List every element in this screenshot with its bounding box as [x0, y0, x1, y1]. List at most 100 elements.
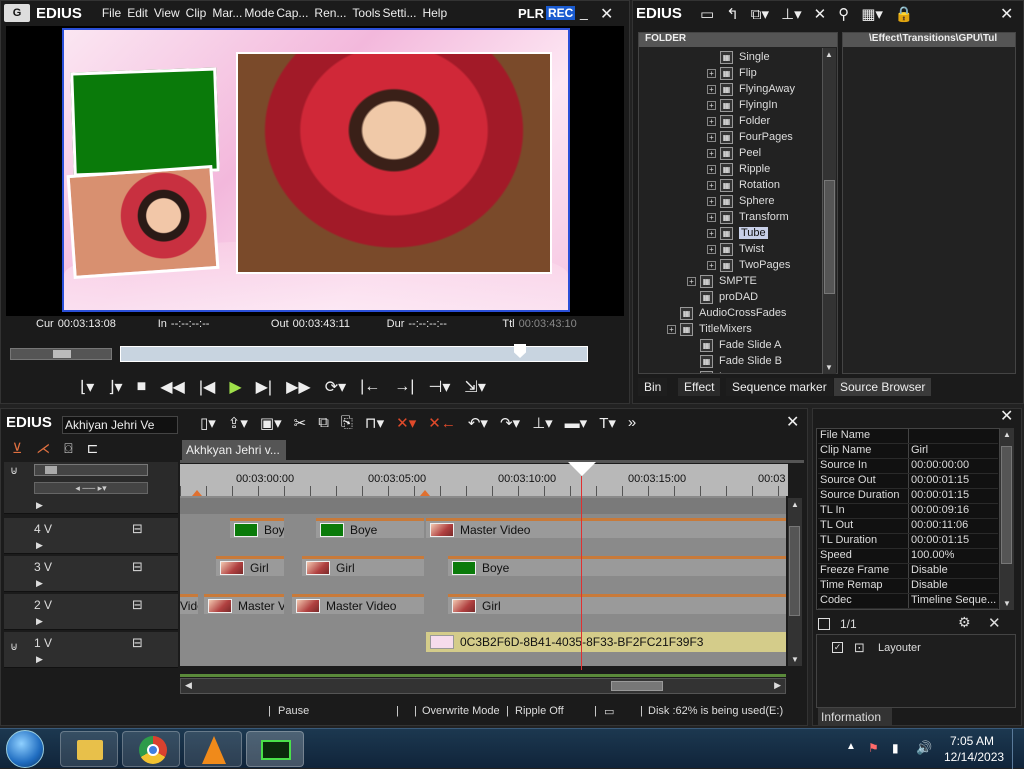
clip-3v-boye[interactable]: Boye — [448, 556, 786, 576]
clip-4v-master[interactable]: Master Video — [426, 518, 786, 538]
plr-label[interactable]: PLR — [518, 6, 544, 21]
tree-item[interactable]: + ▦ SMPTE — [687, 273, 757, 289]
menu-edit[interactable]: Edit — [127, 6, 148, 20]
delete-icon[interactable]: ✕ — [814, 5, 827, 23]
tray-flag-icon[interactable]: ⚑ — [868, 741, 879, 755]
menu-clip[interactable]: Clip — [186, 6, 207, 20]
menu-view[interactable]: View — [154, 6, 180, 20]
tree-item[interactable]: + ▦ Sphere — [707, 193, 774, 209]
ripple-delete-icon[interactable]: ✕← — [428, 414, 456, 432]
add-icon[interactable]: ⊥▾ — [781, 5, 802, 23]
tree-item[interactable]: +▦Laser — [687, 369, 747, 373]
tree-item[interactable]: +▦Single — [707, 49, 770, 65]
clip-3v-girl[interactable]: Girl — [302, 556, 424, 576]
chrome-taskbar-icon[interactable] — [122, 731, 180, 767]
tray-network-icon[interactable]: ▮ — [892, 741, 899, 755]
up-folder-icon[interactable]: ↰ — [726, 5, 739, 23]
tree-item[interactable]: + ▦ TwoPages — [707, 257, 790, 273]
close-icon[interactable]: ✕ — [600, 4, 613, 24]
menu-file[interactable]: File — [102, 6, 121, 20]
expand-icon[interactable]: + — [687, 276, 696, 286]
menu-help[interactable]: Help — [422, 6, 447, 20]
menu-marker[interactable]: Mar... — [212, 6, 242, 20]
tree-item[interactable]: +▦AudioCrossFades — [667, 305, 786, 321]
expand-icon[interactable]: + — [707, 164, 716, 174]
redo-icon[interactable]: ↷▾ — [500, 414, 520, 432]
track-header-4v[interactable]: 4 V ⊟ ▶ — [4, 518, 178, 554]
expand-icon[interactable]: + — [707, 132, 716, 142]
tab-bin[interactable]: Bin — [638, 378, 668, 396]
sequence-tab[interactable]: Akhkyan Jehri v... — [182, 440, 286, 460]
track-header-3v[interactable]: 3 V ⊟ ▶ — [4, 556, 178, 592]
tree-item[interactable]: + ▦ Tube — [707, 225, 768, 241]
clock-date[interactable]: 12/14/2023 — [944, 750, 1004, 764]
tree-item[interactable]: +▦Fade Slide A — [687, 337, 781, 353]
expand-icon[interactable]: + — [667, 324, 676, 334]
paste-icon[interactable]: ⎘ — [341, 414, 353, 432]
fast-forward-icon[interactable]: ▶▶ — [286, 377, 311, 397]
copy-icon[interactable]: ⧉ — [318, 414, 329, 432]
clock-time[interactable]: 7:05 AM — [950, 734, 994, 748]
export-icon[interactable]: ⇲▾ — [464, 377, 485, 397]
timeline-vscroll[interactable]: ▲ ▼ — [788, 498, 802, 666]
clip-2v-video[interactable]: Vide — [180, 594, 198, 614]
clip-3v-girl[interactable]: Girl — [216, 556, 284, 576]
time-ruler[interactable]: 00:03:00:00 00:03:05:00 00:03:10:00 00:0… — [180, 464, 788, 496]
expand-icon[interactable]: + — [707, 228, 716, 238]
tree-item[interactable]: + ▦ Twist — [707, 241, 764, 257]
start-button[interactable] — [6, 730, 44, 768]
tree-item[interactable]: + ▦ FourPages — [707, 129, 793, 145]
expand-icon[interactable]: + — [707, 196, 716, 206]
clip-2v-master[interactable]: Master Video — [292, 594, 424, 614]
timeline-hscroll[interactable]: ◀ ▶ — [180, 678, 786, 694]
expand-icon[interactable]: + — [707, 212, 716, 222]
marker-icon[interactable]: ⊥▾ — [532, 414, 553, 432]
tab-information[interactable]: Information — [818, 708, 892, 726]
track-header-1v[interactable]: ⊍ 1 V ⊟ ▶ — [4, 632, 178, 668]
clip-2v-master[interactable]: Master V — [204, 594, 284, 614]
menu-tools[interactable]: Tools — [352, 6, 380, 20]
stop-icon[interactable]: ■ — [137, 378, 147, 396]
vlc-taskbar-icon[interactable] — [184, 731, 242, 767]
tab-sequence-marker[interactable]: Sequence marker — [726, 378, 833, 396]
tree-item[interactable]: + ▦ Rotation — [707, 177, 780, 193]
tree-item[interactable]: +▦proDAD — [687, 289, 758, 305]
tree-scrollbar[interactable]: ▲ ▼ — [822, 48, 836, 374]
expand-icon[interactable]: + — [707, 180, 716, 190]
undo-icon[interactable]: ↶▾ — [468, 414, 488, 432]
tab-source-browser[interactable]: Source Browser — [834, 378, 932, 396]
overwrite-icon[interactable]: →| — [394, 378, 414, 396]
track-header-2v[interactable]: 2 V ⊟ ▶ — [4, 594, 178, 630]
step-back-icon[interactable]: |◀ — [199, 377, 215, 397]
menu-mode[interactable]: Mode — [244, 6, 274, 20]
expand-icon[interactable]: + — [707, 84, 716, 94]
new-sequence-icon[interactable]: ▯▾ — [200, 414, 216, 432]
folder-icon[interactable]: ▭ — [700, 5, 714, 23]
title-icon[interactable]: T▾ — [599, 414, 616, 432]
trim-icon[interactable]: ⊣▾ — [428, 377, 450, 397]
expand-icon[interactable]: + — [707, 68, 716, 78]
step-forward-icon[interactable]: ▶| — [256, 377, 272, 397]
rec-label[interactable]: REC — [546, 6, 576, 20]
cut-icon[interactable]: ✂ — [294, 414, 307, 432]
expand-icon[interactable]: + — [707, 244, 716, 254]
layouter-checkbox[interactable]: ✓ — [832, 642, 843, 653]
tree-item[interactable]: + ▦ FlyingAway — [707, 81, 795, 97]
tree-item[interactable]: + ▦ TitleMixers — [667, 321, 752, 337]
more-icon[interactable]: » — [628, 414, 636, 432]
tray-volume-icon[interactable]: 🔊 — [916, 740, 932, 756]
tree-item[interactable]: + ▦ FlyingIn — [707, 97, 778, 113]
expand-icon[interactable]: + — [707, 260, 716, 270]
tree-item[interactable]: + ▦ Flip — [707, 65, 757, 81]
layouter-remove-icon[interactable]: ✕ — [988, 614, 1001, 632]
set-out-icon[interactable]: ⌋▾ — [108, 377, 122, 397]
clip-1v-sequence[interactable]: 0C3B2F6D-8B41-4035-8F33-BF2FC21F39F3 — [426, 632, 786, 652]
timeline-close-icon[interactable]: ✕ — [786, 412, 799, 432]
minimize-icon[interactable]: _ — [580, 4, 588, 20]
track-toggle-icon[interactable]: ⊟ — [132, 559, 143, 575]
clip-4v-boy[interactable]: Boy — [230, 518, 284, 538]
tree-item[interactable]: +▦Fade Slide B — [687, 353, 782, 369]
save-icon[interactable]: ▣▾ — [260, 414, 282, 432]
menu-settings[interactable]: Setti... — [382, 6, 416, 20]
clip-4v-boye[interactable]: Boye — [316, 518, 424, 538]
